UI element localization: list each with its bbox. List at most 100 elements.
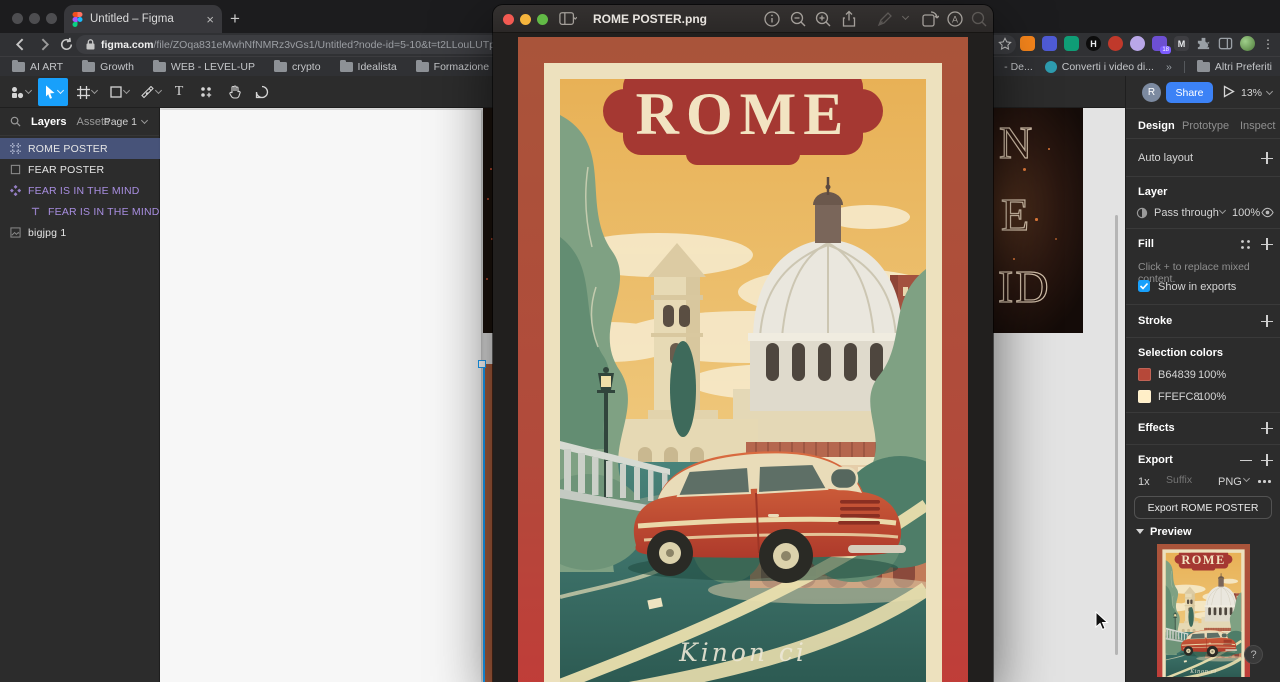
move-tool[interactable] bbox=[38, 78, 68, 106]
profile-avatar[interactable] bbox=[1240, 36, 1255, 51]
page-selector[interactable]: Page 1 bbox=[104, 116, 147, 128]
add-export-icon[interactable] bbox=[1261, 454, 1273, 466]
layer-row-fear-poster[interactable]: FEAR POSTER bbox=[0, 159, 160, 180]
layer-row-fear-text[interactable]: FEAR IS IN THE MIND bbox=[0, 201, 160, 222]
layer-row-rome-poster[interactable]: ROME POSTER bbox=[0, 138, 160, 159]
bookmark-item[interactable]: Growth bbox=[82, 61, 134, 73]
reload-icon[interactable] bbox=[58, 36, 75, 53]
blend-mode-value[interactable]: Pass through bbox=[1154, 207, 1219, 219]
sidepanel-icon[interactable] bbox=[1218, 36, 1233, 51]
styles-icon[interactable] bbox=[1240, 239, 1251, 250]
export-suffix-input[interactable] bbox=[1166, 474, 1210, 486]
window-zoom-button[interactable] bbox=[46, 13, 57, 24]
window-close-button[interactable] bbox=[12, 13, 23, 24]
remove-export-icon[interactable] bbox=[1240, 454, 1252, 466]
tab-inspect[interactable]: Inspect bbox=[1240, 120, 1275, 132]
search-icon[interactable] bbox=[970, 10, 988, 28]
badge-extension-icon[interactable]: 18 bbox=[1152, 36, 1167, 51]
layer-opacity[interactable]: 100% bbox=[1232, 207, 1260, 219]
show-in-exports-checkbox[interactable] bbox=[1138, 280, 1150, 292]
bookmark-item[interactable]: Converti i video di... bbox=[1045, 61, 1154, 73]
lavender-extension-icon[interactable] bbox=[1130, 36, 1145, 51]
preview-window[interactable]: ROME POSTER.png A bbox=[493, 5, 993, 682]
add-stroke-icon[interactable] bbox=[1261, 315, 1273, 327]
canvas-white-frame[interactable] bbox=[160, 110, 481, 682]
blend-mode-icon[interactable] bbox=[1136, 207, 1148, 219]
h-extension-icon[interactable]: H bbox=[1086, 36, 1101, 51]
pen-tool[interactable] bbox=[136, 78, 166, 106]
color-hex[interactable]: B64839 bbox=[1158, 369, 1196, 381]
help-button[interactable]: ? bbox=[1244, 645, 1263, 664]
color-swatch-red[interactable] bbox=[1138, 368, 1151, 381]
sidebar-toggle-icon[interactable] bbox=[559, 10, 577, 28]
canvas-scrollbar[interactable] bbox=[1115, 215, 1118, 655]
minimize-icon[interactable] bbox=[520, 14, 531, 25]
bookmarks-overflow-icon[interactable]: » bbox=[1166, 61, 1172, 73]
markup-pen-icon[interactable] bbox=[876, 10, 894, 28]
present-icon[interactable] bbox=[1222, 85, 1235, 98]
share-button[interactable]: Share bbox=[1166, 82, 1213, 103]
bookmark-star-icon[interactable] bbox=[998, 37, 1012, 51]
export-more-options-icon[interactable] bbox=[1258, 480, 1271, 483]
search-icon[interactable] bbox=[10, 116, 21, 127]
export-format[interactable]: PNG bbox=[1218, 476, 1242, 488]
extensions-puzzle-icon[interactable] bbox=[1196, 36, 1211, 51]
bookmark-item[interactable]: crypto bbox=[274, 61, 321, 73]
browser-tab[interactable]: Untitled – Figma × bbox=[64, 5, 222, 33]
wallet-extension-icon[interactable] bbox=[1042, 36, 1057, 51]
bookmark-item[interactable]: - De... bbox=[1004, 61, 1033, 73]
text-tool[interactable]: T bbox=[168, 78, 190, 106]
close-icon[interactable] bbox=[503, 14, 514, 25]
shape-tool[interactable] bbox=[104, 78, 134, 106]
main-menu-button[interactable] bbox=[6, 78, 36, 106]
forward-icon[interactable] bbox=[36, 36, 53, 53]
layer-row-fear-component[interactable]: FEAR IS IN THE MIND bbox=[0, 180, 160, 201]
tab-prototype[interactable]: Prototype bbox=[1182, 120, 1229, 132]
export-rome-poster-button[interactable]: Export ROME POSTER bbox=[1134, 496, 1272, 519]
share-icon[interactable] bbox=[840, 10, 858, 28]
new-tab-button[interactable]: + bbox=[230, 9, 240, 29]
rome-poster-image[interactable] bbox=[518, 37, 968, 682]
preview-window-titlebar[interactable]: ROME POSTER.png A bbox=[493, 5, 993, 33]
rotate-icon[interactable] bbox=[921, 10, 939, 28]
m-extension-icon[interactable]: M bbox=[1174, 36, 1189, 51]
user-avatar[interactable]: R bbox=[1142, 83, 1161, 102]
zoom-out-icon[interactable] bbox=[789, 10, 807, 28]
info-icon[interactable] bbox=[763, 10, 781, 28]
maximize-icon[interactable] bbox=[537, 14, 548, 25]
tab-layers[interactable]: Layers bbox=[31, 116, 66, 128]
export-preview-thumbnail[interactable] bbox=[1157, 544, 1250, 677]
hand-tool[interactable] bbox=[222, 78, 246, 106]
resources-tool[interactable] bbox=[194, 78, 218, 106]
export-scale[interactable]: 1x bbox=[1138, 476, 1150, 488]
comment-tool[interactable] bbox=[250, 78, 274, 106]
add-effect-icon[interactable] bbox=[1261, 422, 1273, 434]
tab-close-icon[interactable]: × bbox=[206, 13, 214, 26]
color-opacity[interactable]: 100% bbox=[1198, 391, 1226, 403]
bookmark-item[interactable]: Formazione bbox=[416, 61, 489, 73]
annotate-icon[interactable]: A bbox=[946, 10, 964, 28]
browser-menu-icon[interactable]: ⋮ bbox=[1262, 37, 1274, 51]
zoom-control[interactable]: 13% bbox=[1241, 87, 1272, 99]
add-auto-layout-icon[interactable] bbox=[1261, 152, 1273, 164]
color-hex[interactable]: FFEFC8 bbox=[1158, 391, 1200, 403]
zoom-in-icon[interactable] bbox=[814, 10, 832, 28]
visibility-eye-icon[interactable] bbox=[1261, 207, 1274, 218]
color-opacity[interactable]: 100% bbox=[1198, 369, 1226, 381]
bookmark-item[interactable]: WEB - LEVEL-UP bbox=[153, 61, 255, 73]
bookmark-item[interactable]: AI ART bbox=[12, 61, 63, 73]
password-extension-icon[interactable] bbox=[1108, 36, 1123, 51]
back-icon[interactable] bbox=[12, 36, 29, 53]
metamask-extension-icon[interactable] bbox=[1020, 36, 1035, 51]
color-swatch-cream[interactable] bbox=[1138, 390, 1151, 403]
selection-handle[interactable] bbox=[478, 360, 486, 368]
other-bookmarks[interactable]: Altri Preferiti bbox=[1197, 61, 1272, 73]
markup-chevron-icon[interactable] bbox=[902, 13, 909, 20]
notion-extension-icon[interactable] bbox=[1064, 36, 1079, 51]
layer-row-bigjpg[interactable]: bigjpg 1 bbox=[0, 222, 160, 243]
bookmark-item[interactable]: Idealista bbox=[340, 61, 397, 73]
tab-design[interactable]: Design bbox=[1138, 120, 1175, 132]
add-fill-icon[interactable] bbox=[1261, 238, 1273, 250]
window-minimize-button[interactable] bbox=[29, 13, 40, 24]
frame-tool[interactable] bbox=[72, 78, 102, 106]
